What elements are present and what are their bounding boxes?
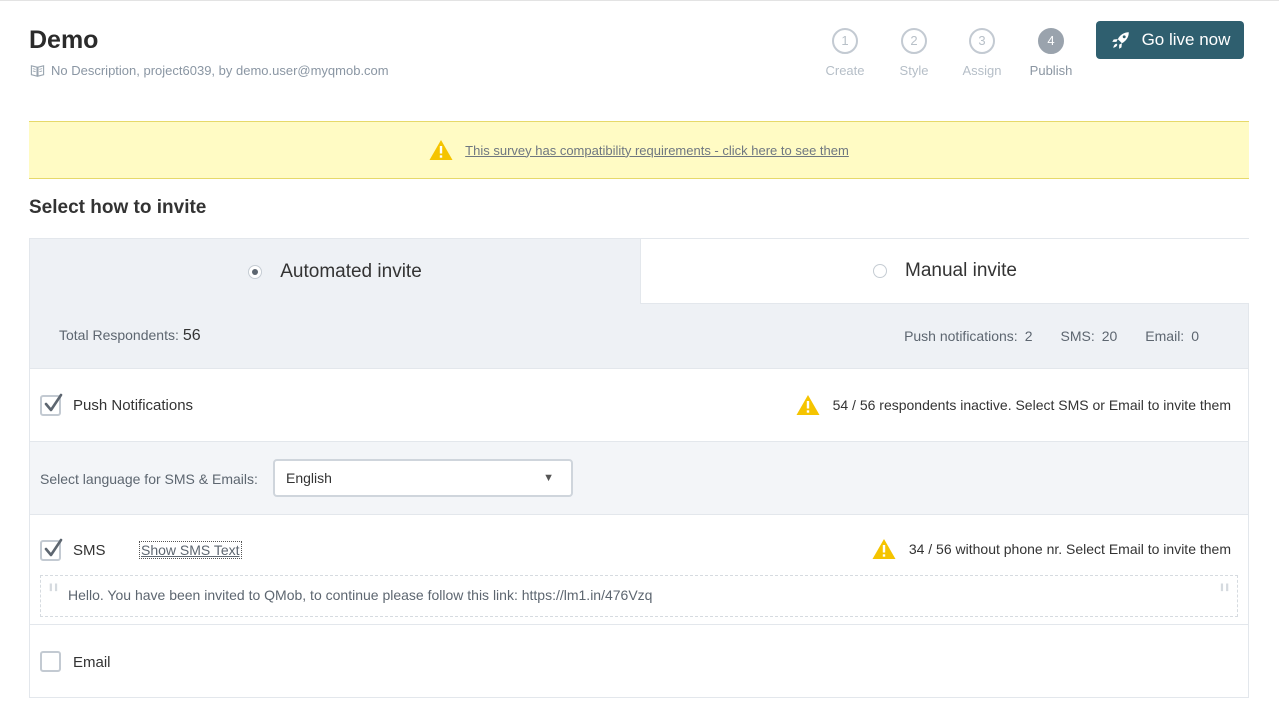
sms-notice-text: 34 / 56 without phone nr. Select Email t… (908, 541, 1231, 557)
push-notifications-label: Push Notifications (73, 397, 194, 414)
push-count-label: Push notifications: (904, 328, 1018, 344)
language-select[interactable]: English ▼ (273, 459, 573, 497)
step-label: Assign (962, 63, 1002, 78)
language-row: Select language for SMS & Emails: Englis… (30, 442, 1248, 515)
push-notifications-checkbox[interactable] (40, 393, 63, 416)
sms-count: SMS: 20 (1060, 328, 1117, 344)
checkmark-icon (44, 538, 63, 557)
book-icon (30, 65, 45, 77)
step-label: Create (825, 63, 865, 78)
respondent-stats: Total Respondents: 56 Push notifications:… (30, 304, 1248, 369)
open-quote-icon: " (47, 578, 60, 611)
email-count: Email: 0 (1145, 328, 1199, 344)
step-number: 1 (832, 28, 858, 54)
step-number: 2 (901, 28, 927, 54)
step-style[interactable]: 2 Style (879, 28, 949, 78)
email-row: Email (30, 625, 1248, 697)
go-live-label: Go live now (1141, 30, 1231, 49)
language-selected: English (286, 470, 332, 486)
compatibility-banner: This survey has compatibility requiremen… (29, 121, 1249, 179)
email-count-label: Email: (1145, 328, 1185, 344)
sms-row: SMS Show SMS Text 34 / 56 without phone … (30, 515, 1248, 625)
dropdown-arrow-icon: ▼ (543, 472, 554, 484)
show-sms-text-link[interactable]: Show SMS Text (139, 541, 242, 559)
push-notifications-row: Push Notifications 54 / 56 respondents i… (30, 369, 1248, 442)
sms-message-preview: " Hello. You have been invited to QMob, … (40, 575, 1238, 617)
total-label: Total Respondents: (59, 327, 179, 343)
progress-steps: 1 Create 2 Style 3 Assign 4 Publish (810, 28, 1082, 84)
sms-message-text: Hello. You have been invited to QMob, to… (68, 587, 653, 603)
page-title: Demo (29, 26, 99, 54)
warning-icon (796, 395, 820, 415)
language-label: Select language for SMS & Emails: (40, 471, 258, 487)
sms-count-label: SMS: (1060, 328, 1095, 344)
channel-counts: Push notifications: 2 SMS: 20 Email: 0 (904, 328, 1199, 344)
push-notice-text: 54 / 56 respondents inactive. Select SMS… (832, 397, 1231, 413)
top-border (0, 0, 1279, 1)
total-value: 56 (182, 327, 201, 344)
push-notice: 54 / 56 respondents inactive. Select SMS… (796, 394, 1231, 416)
step-create[interactable]: 1 Create (810, 28, 880, 78)
email-checkbox[interactable] (40, 651, 61, 672)
push-count-value: 2 (1024, 328, 1033, 344)
go-live-button[interactable]: Go live now (1096, 21, 1244, 59)
step-publish[interactable]: 4 Publish (1016, 28, 1086, 78)
step-label: Style (899, 63, 929, 78)
step-number: 4 (1038, 28, 1064, 54)
sms-checkbox[interactable] (40, 538, 63, 561)
rocket-icon (1111, 32, 1129, 49)
checkmark-icon (44, 393, 63, 412)
tab-label: Manual invite (905, 260, 1017, 281)
manual-radio[interactable] (873, 264, 888, 278)
step-assign[interactable]: 3 Assign (947, 28, 1017, 78)
invite-panel: Automated invite Manual invite Total Res… (29, 238, 1249, 698)
sms-count-value: 20 (1101, 328, 1118, 344)
compatibility-link[interactable]: This survey has compatibility requiremen… (465, 143, 849, 158)
email-label: Email (73, 654, 111, 671)
total-respondents: Total Respondents: 56 (59, 327, 201, 345)
sms-notice: 34 / 56 without phone nr. Select Email t… (872, 538, 1231, 560)
step-number: 3 (969, 28, 995, 54)
subtitle-text: No Description, project6039, by demo.use… (51, 63, 389, 78)
tab-manual-invite[interactable]: Manual invite (640, 239, 1249, 304)
push-count: Push notifications: 2 (904, 328, 1032, 344)
close-quote-icon: " (1218, 578, 1231, 611)
warning-icon (872, 539, 896, 559)
tab-automated-invite[interactable]: Automated invite (30, 239, 640, 304)
invite-heading: Select how to invite (29, 197, 207, 218)
tab-label: Automated invite (280, 260, 422, 282)
page-subtitle: No Description, project6039, by demo.use… (30, 63, 389, 78)
automated-radio[interactable] (248, 264, 263, 279)
warning-icon (429, 140, 453, 160)
step-label: Publish (1029, 63, 1073, 78)
sms-label: SMS (73, 542, 106, 559)
email-count-value: 0 (1191, 328, 1199, 344)
